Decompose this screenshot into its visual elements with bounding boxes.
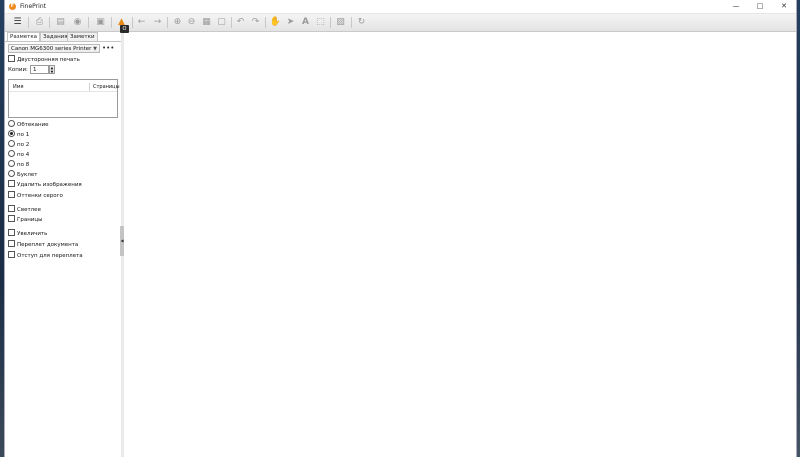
option-checkbox[interactable] (8, 251, 15, 258)
checkbox-row[interactable]: Увеличить (8, 229, 48, 238)
checkbox-row[interactable]: Переплет документа (8, 240, 79, 249)
toolbar-separator (28, 17, 29, 28)
zoom-out-icon[interactable]: ⊖ (185, 16, 198, 29)
checkbox-label: Увеличить (17, 231, 48, 237)
layout-radio[interactable] (8, 130, 15, 137)
radio-row[interactable]: Обтекание (8, 120, 49, 129)
option-checkbox[interactable] (8, 215, 15, 222)
layout-radio[interactable] (8, 160, 15, 167)
toolbar-separator (351, 17, 352, 28)
print-icon[interactable]: ⎙ (33, 16, 46, 29)
radio-label: по 8 (17, 162, 30, 168)
zoom-in-icon[interactable]: ⊕ (171, 16, 184, 29)
arrow-left-icon[interactable]: ← (135, 16, 148, 29)
option-checkbox[interactable] (8, 180, 15, 187)
tab-underline (5, 41, 121, 42)
chevron-down-icon: ▼ (93, 46, 97, 52)
option-checkbox[interactable] (8, 205, 15, 212)
thumbnails-icon[interactable]: ▦ (200, 16, 213, 29)
globe-icon[interactable]: ◉ (71, 16, 84, 29)
checkbox-row[interactable]: Отступ для переплета (8, 251, 83, 260)
layout-radio[interactable] (8, 150, 15, 157)
toolbar-separator (132, 17, 133, 28)
undo-icon[interactable]: ↶ (234, 16, 247, 29)
collapse-handle-icon[interactable]: ◀ (120, 226, 124, 256)
toolbar-separator (49, 17, 50, 28)
layout-radio[interactable] (8, 170, 15, 177)
checkbox-row[interactable]: Светлее (8, 205, 41, 214)
select-area-icon[interactable]: ⬚ (314, 16, 327, 29)
title-bar: F FinePrint — □ ✕ (5, 0, 796, 14)
stationery-icon[interactable]: ▧ (334, 16, 347, 29)
tab-notes[interactable]: Заметки (67, 32, 98, 41)
duplex-row[interactable]: Двусторонняя печать (8, 55, 80, 64)
jobs-list-header: Имя Страницы (9, 83, 120, 92)
save-icon[interactable]: ▣ (94, 16, 107, 29)
fit-page-icon[interactable]: ▢ (215, 16, 228, 29)
fax-icon[interactable]: ▤ (54, 16, 67, 29)
close-button[interactable]: ✕ (772, 0, 796, 13)
checkbox-label: Оттенки серого (17, 193, 63, 199)
menu-icon[interactable]: ☰ (11, 16, 24, 29)
duplex-checkbox[interactable] (8, 55, 15, 62)
window-title: FinePrint (20, 3, 46, 10)
radio-label: по 1 (17, 132, 30, 138)
toolbar-separator (167, 17, 168, 28)
hand-tool-icon[interactable]: ✋ (269, 16, 282, 29)
toolbar-separator (330, 17, 331, 28)
printer-name: Canon MG6300 series Printer (11, 46, 92, 52)
printer-options-button[interactable]: ••• (102, 44, 114, 52)
radio-label: по 2 (17, 142, 30, 148)
fineprint-logo-icon: F (9, 3, 16, 10)
radio-row[interactable]: по 1 (8, 130, 30, 139)
radio-row[interactable]: по 8 (8, 160, 30, 169)
radio-row[interactable]: по 2 (8, 140, 30, 149)
radio-label: Обтекание (17, 122, 49, 128)
checkbox-row[interactable]: Границы (8, 215, 43, 224)
radio-row[interactable]: по 4 (8, 150, 30, 159)
column-name-header[interactable]: Имя (13, 83, 24, 91)
minimize-button[interactable]: — (724, 0, 748, 13)
jobs-list[interactable]: Имя Страницы (8, 79, 120, 118)
toolbar-separator (88, 17, 89, 28)
toolbar-separator (111, 17, 112, 28)
settings-panel: Разметка Задания Заметки Canon MG6300 se… (5, 32, 122, 457)
column-pages-header[interactable]: Страницы (89, 83, 120, 91)
redo-icon[interactable]: ↷ (249, 16, 262, 29)
duplex-label: Двусторонняя печать (17, 57, 80, 63)
layout-radio[interactable] (8, 120, 15, 127)
printer-dropdown[interactable]: Canon MG6300 series Printer ▼ (8, 44, 100, 53)
arrow-right-icon[interactable]: → (151, 16, 164, 29)
preview-area[interactable] (125, 32, 796, 457)
checkbox-row[interactable]: Оттенки серого (8, 191, 63, 200)
maximize-button[interactable]: □ (748, 0, 772, 13)
checkbox-row[interactable]: Удалить изображения (8, 180, 82, 189)
copies-spinner[interactable]: ▲ ▼ (49, 65, 55, 74)
app-window: F FinePrint — □ ✕ ☰ ⎙ ▤ ◉ ▣ ▲ ← → ⊕ ⊖ ▦ … (4, 0, 797, 457)
layout-radio[interactable] (8, 140, 15, 147)
option-checkbox[interactable] (8, 229, 15, 236)
copies-row: Копии: 1 ▲ ▼ (8, 65, 68, 74)
checkbox-label: Светлее (17, 207, 41, 213)
toolbar-separator (265, 17, 266, 28)
radio-label: Буклет (17, 172, 38, 178)
checkbox-label: Удалить изображения (17, 182, 82, 188)
refresh-icon[interactable]: ↻ (355, 16, 368, 29)
tab-jobs[interactable]: Задания (40, 32, 71, 41)
pointer-icon[interactable]: ➤ (284, 16, 297, 29)
radio-row[interactable]: Буклет (8, 170, 38, 179)
toolbar-tooltip: O (120, 25, 129, 33)
checkbox-label: Границы (17, 217, 43, 223)
option-checkbox[interactable] (8, 191, 15, 198)
checkbox-label: Переплет документа (17, 242, 79, 248)
toolbar-separator (231, 17, 232, 28)
copies-input[interactable]: 1 (30, 65, 49, 74)
checkbox-label: Отступ для переплета (17, 253, 83, 259)
option-checkbox[interactable] (8, 240, 15, 247)
copies-label: Копии: (8, 67, 28, 73)
text-tool-icon[interactable]: A (299, 16, 312, 29)
radio-label: по 4 (17, 152, 30, 158)
